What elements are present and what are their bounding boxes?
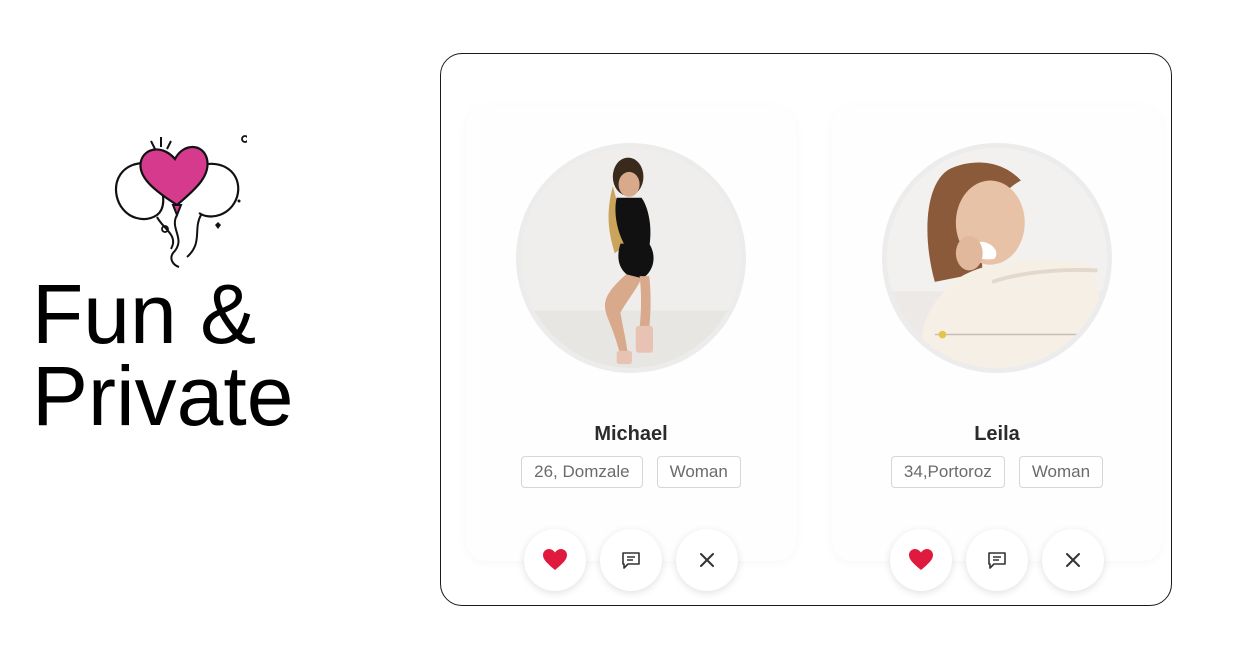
avatar[interactable] — [516, 143, 746, 373]
profile-actions — [466, 529, 796, 591]
gender-tag: Woman — [656, 456, 741, 488]
profile-actions — [832, 529, 1162, 591]
heart-icon — [909, 549, 933, 570]
like-button[interactable] — [524, 529, 586, 591]
profile-tags: 34,Portoroz Woman — [832, 456, 1162, 488]
location-tag: 34,Portoroz — [890, 456, 1005, 488]
close-icon — [1066, 553, 1080, 567]
headline: Fun & Private — [32, 267, 294, 443]
message-button[interactable] — [966, 529, 1028, 591]
profile-tags: 26, Domzale Woman — [466, 456, 796, 488]
profile-card[interactable]: Leila 34,Portoroz Woman — [832, 106, 1162, 591]
heart-balloons-icon — [114, 135, 247, 268]
avatar[interactable] — [882, 143, 1112, 373]
location-tag: 26, Domzale — [521, 456, 643, 488]
profile-card[interactable]: Michael 26, Domzale Woman — [466, 106, 796, 591]
gender-tag: Woman — [1018, 456, 1104, 488]
profile-photo — [887, 148, 1107, 368]
heart-icon — [543, 549, 567, 570]
like-button[interactable] — [890, 529, 952, 591]
headline-line-1: Fun & — [32, 267, 257, 361]
profile-photo — [521, 148, 741, 368]
app-preview-frame: Michael 26, Domzale Woman Leila 34,Porto… — [440, 53, 1172, 606]
profile-name: Leila — [974, 423, 1020, 445]
close-icon — [700, 553, 714, 567]
message-button[interactable] — [600, 529, 662, 591]
chat-icon — [988, 552, 1006, 569]
headline-line-2: Private — [32, 349, 294, 443]
dismiss-button[interactable] — [676, 529, 738, 591]
chat-icon — [622, 552, 640, 569]
dismiss-button[interactable] — [1042, 529, 1104, 591]
profile-name: Michael — [594, 423, 668, 445]
